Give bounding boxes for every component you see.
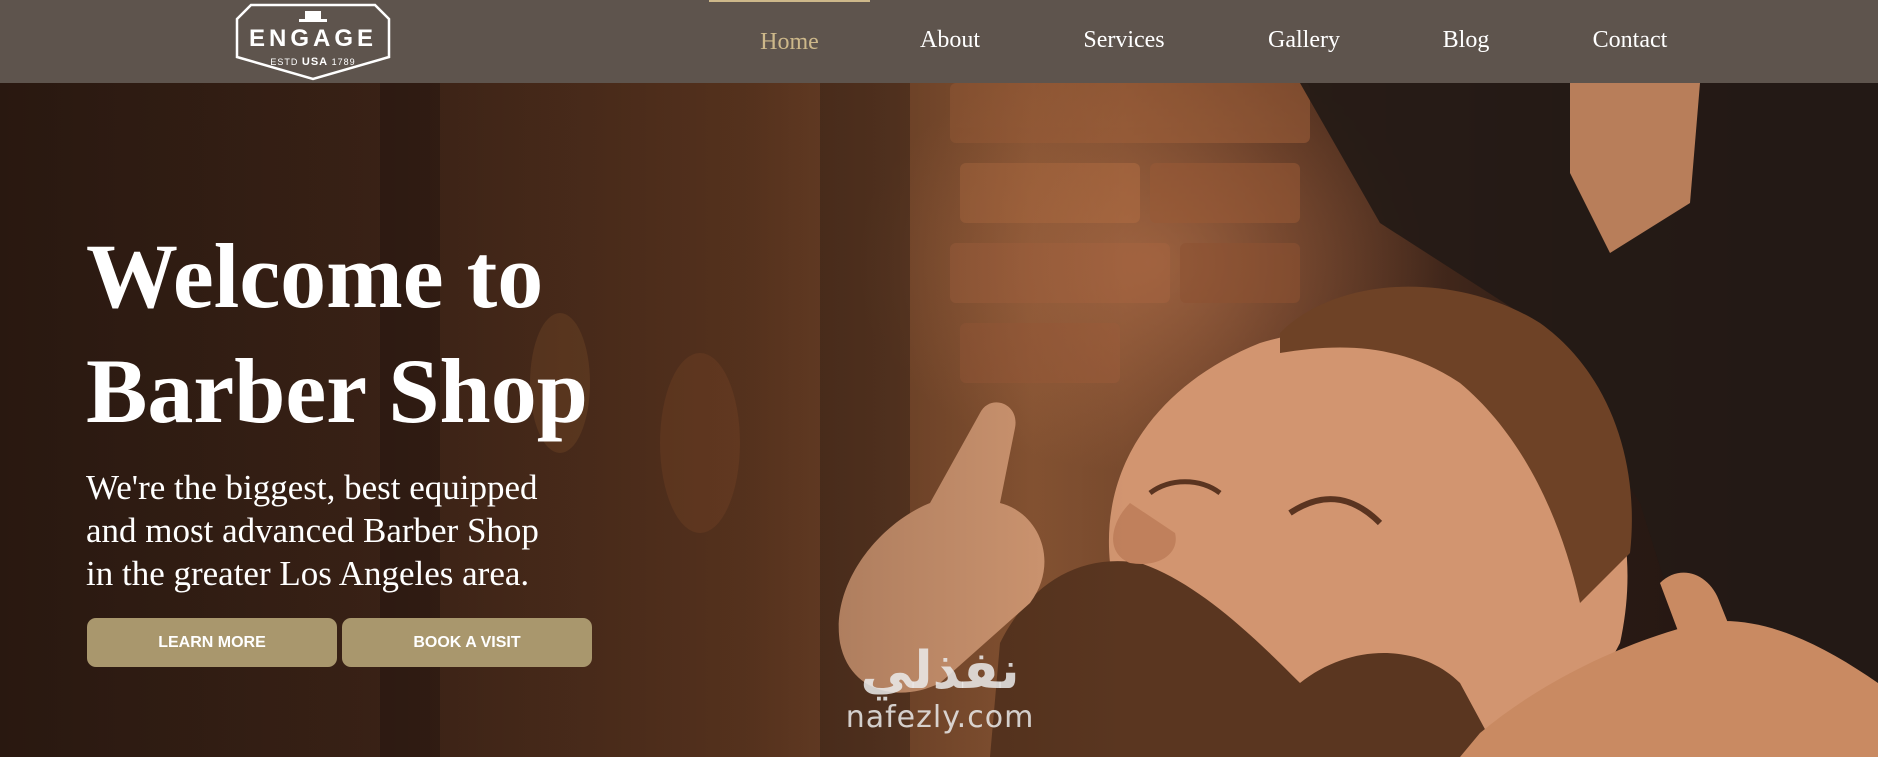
hero-title-line-2: Barber Shop — [86, 340, 588, 442]
top-navbar: ENGAGE ESTD USA 1789 Home About Services… — [0, 0, 1878, 83]
logo-sub-year: 1789 — [331, 57, 356, 67]
hero-subtitle: We're the biggest, best equipped and mos… — [86, 466, 606, 595]
engage-logo[interactable]: ENGAGE ESTD USA 1789 — [233, 1, 393, 81]
logo-title: ENGAGE — [248, 25, 377, 52]
watermark-latin-text: nafezly.com — [845, 700, 1035, 735]
hero-section: Welcome to Barber Shop We're the biggest… — [0, 83, 1878, 757]
hero-title-line-1: Welcome to — [86, 225, 544, 327]
book-a-visit-button[interactable]: BOOK A VISIT — [342, 618, 592, 667]
hero-title: Welcome to Barber Shop — [86, 219, 726, 449]
watermark-arabic-text: نفذلي — [860, 641, 1020, 701]
hero-subtitle-line-2: and most advanced Barber Shop — [86, 511, 539, 550]
nafezly-watermark: نفذلي nafezly.com — [830, 641, 1050, 735]
learn-more-button[interactable]: LEARN MORE — [87, 618, 337, 667]
nav-blog[interactable]: Blog — [1406, 0, 1526, 83]
nav-gallery[interactable]: Gallery — [1244, 0, 1364, 83]
logo-subtitle: ESTD USA 1789 — [233, 56, 393, 68]
nav-home[interactable]: Home — [709, 0, 870, 83]
hero-subtitle-line-3: in the greater Los Angeles area. — [86, 554, 530, 593]
nav-services[interactable]: Services — [1064, 0, 1184, 83]
logo-sub-estd: ESTD — [270, 57, 299, 67]
hero-subtitle-line-1: We're the biggest, best equipped — [86, 468, 538, 507]
nav-about[interactable]: About — [890, 0, 1010, 83]
nav-contact[interactable]: Contact — [1570, 0, 1690, 83]
logo-sub-usa: USA — [301, 56, 329, 68]
